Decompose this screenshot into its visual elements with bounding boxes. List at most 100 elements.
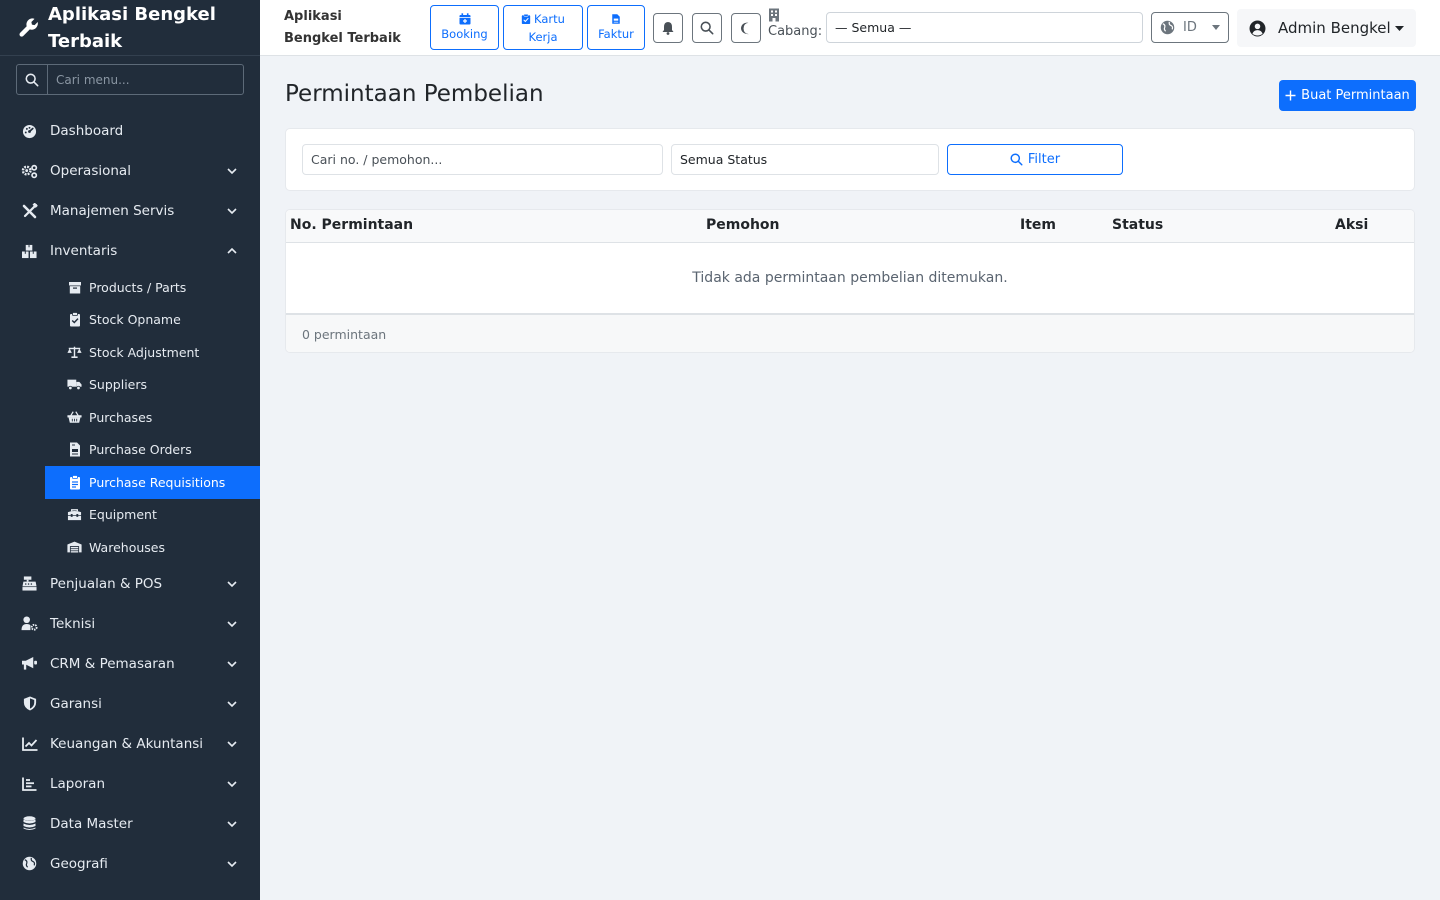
table-footer-count: 0 permintaan [286, 315, 1414, 352]
sidebar-item-data-master[interactable]: Data Master [0, 804, 260, 844]
sidebar-search [16, 64, 244, 95]
column-header-pemohon[interactable]: Pemohon [706, 217, 780, 233]
sidebar-item-equipment[interactable]: Equipment [0, 499, 260, 532]
toolbox-icon [67, 507, 82, 522]
sidebar-item-keuangan-akuntansi[interactable]: Keuangan & Akuntansi [0, 724, 260, 764]
balance-scale-icon [67, 345, 82, 360]
sidebar-item-label: Garansi [50, 695, 102, 712]
sidebar-search-button[interactable] [17, 65, 48, 94]
search-icon [25, 73, 39, 86]
topbar-app-name[interactable]: Aplikasi Bengkel Terbaik [284, 6, 404, 50]
sidebar-item-dashboard[interactable]: Dashboard [0, 111, 260, 151]
sidebar-item-label: Stock Opname [89, 312, 181, 328]
column-header-no[interactable]: No. Permintaan [290, 217, 413, 233]
sidebar-item-penjualan-pos[interactable]: Penjualan & POS [0, 564, 260, 604]
sidebar-item-label: Equipment [89, 507, 157, 523]
sidebar-item-purchase-requisitions[interactable]: Purchase Requisitions [45, 466, 260, 499]
plus-icon [1285, 90, 1296, 101]
faktur-button[interactable]: Faktur [587, 5, 645, 50]
notifications-button[interactable] [653, 13, 683, 43]
sidebar-item-label: Inventaris [50, 243, 118, 259]
sidebar-item-label: Keuangan & Akuntansi [50, 735, 204, 752]
sidebar-item-label: Dashboard [50, 123, 124, 139]
column-header-status[interactable]: Status [1112, 217, 1163, 233]
sidebar-item-warehouses[interactable]: Warehouses [0, 531, 260, 564]
user-name: Admin Bengkel [1278, 19, 1391, 37]
sidebar-item-label: Purchases [89, 409, 153, 425]
user-circle-icon [1249, 20, 1266, 36]
page-title: Permintaan Pembelian [285, 81, 544, 107]
sidebar-item-manajemen-servis[interactable]: Manajemen Servis [0, 191, 260, 231]
sidebar-item-label: Purchase Requisitions [89, 474, 226, 490]
sidebar-item-label: Operasional [50, 163, 131, 179]
sidebar-item-label: Laporan [50, 775, 106, 792]
caret-down-icon [1395, 25, 1404, 31]
language-select[interactable]: ID [1151, 12, 1229, 43]
clipboard-check-icon [67, 312, 82, 327]
sidebar-item-label: CRM & Pemasaran [50, 655, 175, 672]
user-menu[interactable]: Admin Bengkel [1237, 9, 1416, 47]
sidebar-item-teknisi[interactable]: Teknisi [0, 604, 260, 644]
status-select[interactable]: Semua Status [671, 144, 939, 175]
empty-state-message: Tidak ada permintaan pembelian ditemukan… [286, 243, 1414, 315]
chevron-down-icon [227, 660, 237, 667]
user-cog-icon [21, 615, 38, 632]
truck-icon [67, 377, 82, 392]
chart-line-icon [21, 735, 38, 752]
globe-icon [21, 855, 38, 872]
database-icon [21, 815, 38, 832]
column-header-item[interactable]: Item [1020, 217, 1056, 233]
sidebar-item-label: Geografi [50, 855, 108, 872]
sidebar-item-stock-adjustment[interactable]: Stock Adjustment [0, 336, 260, 369]
topbar: Aplikasi Bengkel Terbaik Booking Kartu K… [260, 0, 1440, 56]
chevron-down-icon [227, 780, 237, 787]
sidebar-item-operasional[interactable]: Operasional [0, 151, 260, 191]
branch-label-text: Cabang: [768, 24, 823, 39]
global-search-button[interactable] [692, 13, 722, 43]
sidebar-search-input[interactable] [48, 65, 243, 94]
dashboard-icon [21, 123, 38, 140]
boxes-icon [21, 243, 38, 260]
chevron-down-icon [227, 208, 237, 215]
sidebar-item-label: Penjualan & POS [50, 575, 163, 592]
caret-down-icon [1212, 25, 1220, 30]
kartu-kerja-label-2: Kerja [528, 29, 558, 44]
dark-mode-toggle[interactable] [731, 13, 761, 43]
kartu-kerja-line1: Kartu [521, 10, 565, 28]
sidebar-item-garansi[interactable]: Garansi [0, 684, 260, 724]
sidebar-item-laporan[interactable]: Laporan [0, 764, 260, 804]
moon-icon [740, 22, 749, 34]
sidebar-item-suppliers[interactable]: Suppliers [0, 369, 260, 402]
brand-name: Aplikasi Bengkel Terbaik [48, 3, 216, 52]
branch-select[interactable]: — Semua — [826, 12, 1143, 43]
sidebar-item-products-parts[interactable]: Products / Parts [0, 271, 260, 304]
booking-button[interactable]: Booking [430, 5, 499, 50]
sidebar-item-purchases[interactable]: Purchases [0, 401, 260, 434]
tools-icon [21, 203, 38, 220]
requisitions-table: No. Permintaan Pemohon Item Status Aksi … [285, 209, 1415, 353]
kartu-kerja-button[interactable]: Kartu Kerja [503, 5, 583, 50]
requisition-search-input[interactable] [302, 144, 663, 175]
cogs-icon [21, 163, 38, 180]
sidebar-item-label: Products / Parts [89, 279, 187, 295]
filter-label: Filter [1027, 152, 1061, 167]
file-invoice-icon [67, 442, 82, 457]
sidebar-item-crm-pemasaran[interactable]: CRM & Pemasaran [0, 644, 260, 684]
filter-card: Semua Status Filter [285, 128, 1415, 191]
sidebar-item-geografi[interactable]: Geografi [0, 844, 260, 884]
building-icon [769, 8, 779, 22]
sidebar-item-stock-opname[interactable]: Stock Opname [0, 304, 260, 337]
sidebar-item-purchase-orders[interactable]: Purchase Orders [0, 434, 260, 467]
chevron-up-icon [227, 247, 237, 254]
clipboard-list-icon [67, 474, 82, 490]
create-requisition-button[interactable]: Buat Permintaan [1279, 80, 1416, 111]
chevron-down-icon [227, 860, 237, 867]
bullhorn-icon [21, 655, 38, 672]
sidebar-item-label: Stock Adjustment [89, 344, 200, 360]
sidebar-item-label: Teknisi [50, 615, 96, 632]
sidebar-item-inventaris[interactable]: Inventaris [0, 231, 260, 271]
calendar-plus-icon [459, 12, 470, 24]
filter-button[interactable]: Filter [947, 144, 1123, 175]
brand[interactable]: Aplikasi Bengkel Terbaik [0, 0, 260, 56]
clipboard-check-icon [521, 13, 531, 24]
